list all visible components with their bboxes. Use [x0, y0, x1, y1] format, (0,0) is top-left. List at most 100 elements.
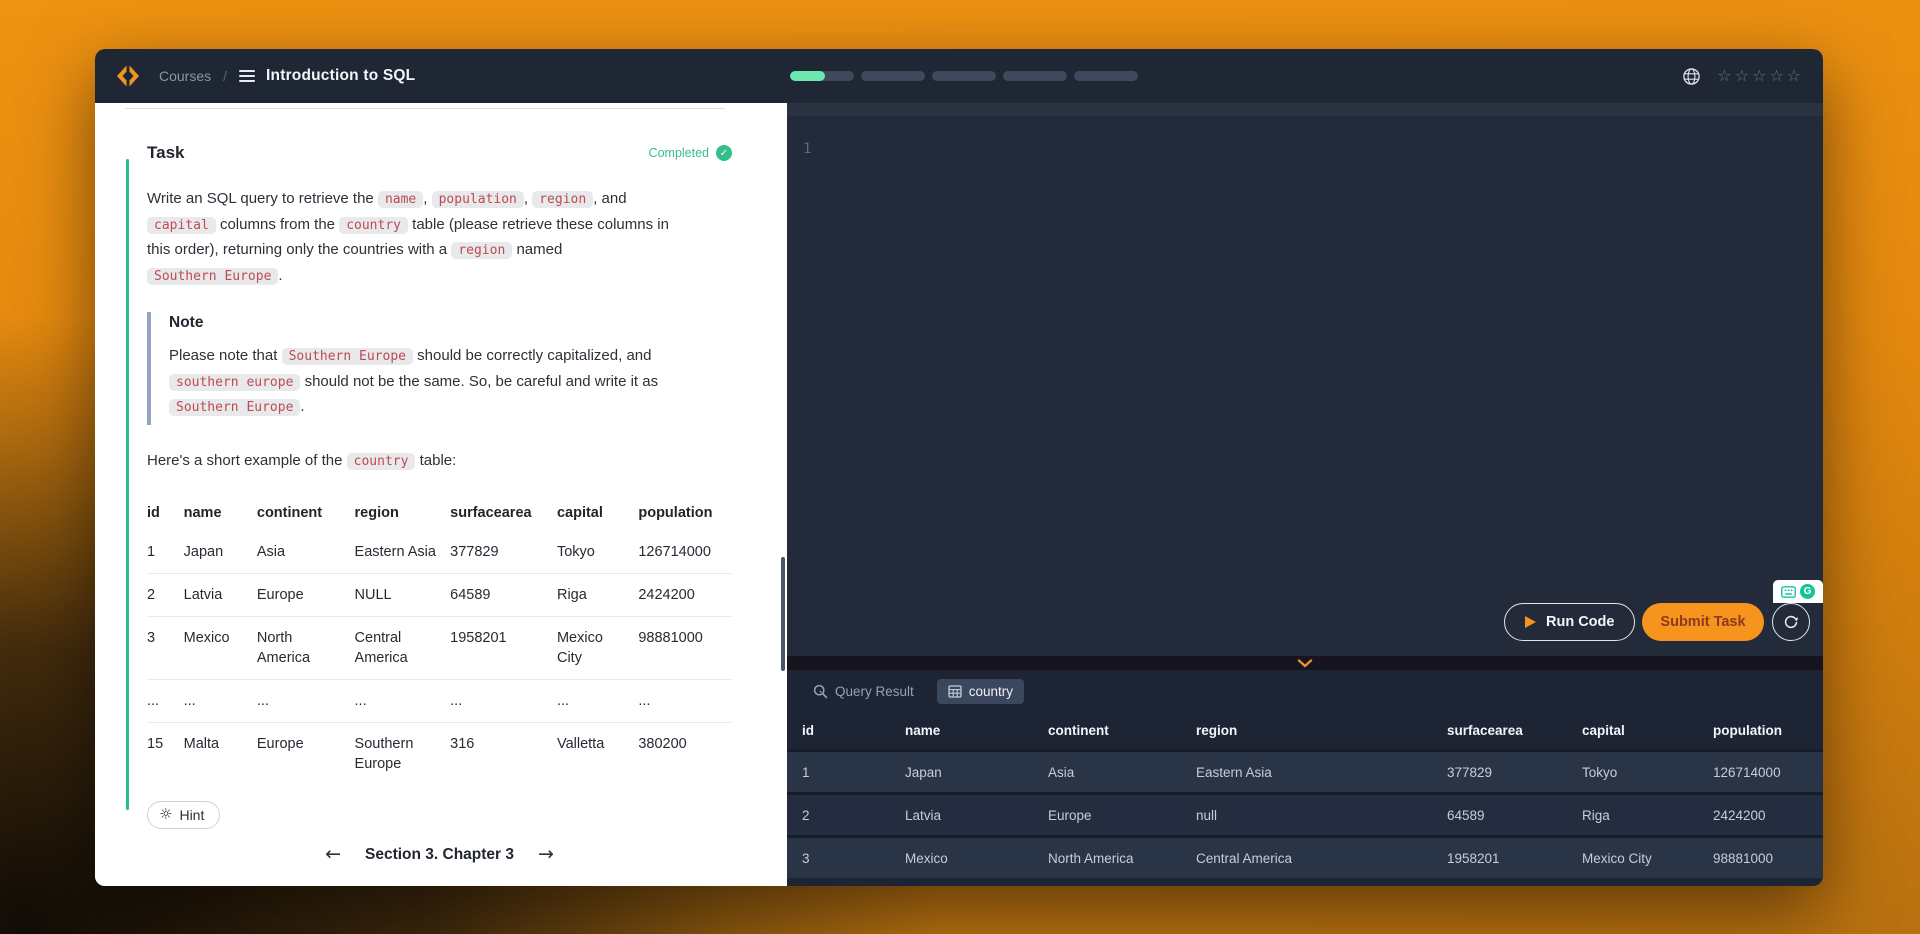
column-header: surfacearea	[450, 495, 557, 531]
inline-code: region	[532, 191, 593, 208]
table-header-row: idnamecontinentregionsurfaceareacapitalp…	[787, 712, 1823, 751]
cell: Asia	[257, 531, 355, 574]
progress-segment[interactable]	[790, 71, 854, 81]
cell: North America	[257, 616, 355, 679]
table-row: .....................	[147, 679, 732, 722]
run-code-button[interactable]: Run Code	[1504, 603, 1635, 641]
cell: 126714000	[1698, 751, 1823, 794]
column-header: continent	[1033, 712, 1181, 751]
cell: 15	[147, 722, 184, 785]
line-number: 1	[803, 141, 811, 157]
scrollbar-thumb[interactable]	[781, 557, 785, 671]
task-content: Task Completed ✓ Write an SQL query to r…	[147, 117, 732, 829]
progress-fill	[790, 71, 825, 81]
cell: Mexico	[890, 837, 1033, 879]
header-right: ☆☆☆☆☆	[1682, 49, 1801, 103]
main-area: Task Completed ✓ Write an SQL query to r…	[95, 103, 1823, 886]
progress-segment[interactable]	[932, 71, 996, 81]
logo-icon[interactable]	[115, 63, 141, 89]
cell: 377829	[1432, 751, 1567, 794]
results-tabbar: Query Result country	[787, 670, 1823, 712]
example-table: idnamecontinentregionsurfaceareacapitalp…	[147, 495, 732, 785]
star-icon[interactable]: ☆	[1752, 68, 1766, 84]
panel-collapse-divider[interactable]	[787, 656, 1823, 670]
cell: Eastern Asia	[355, 531, 451, 574]
next-chapter-arrow[interactable]: →	[538, 845, 554, 864]
column-header: capital	[557, 495, 638, 531]
tab-country[interactable]: country	[937, 679, 1024, 704]
column-header: name	[890, 712, 1033, 751]
cell: 126714000	[638, 531, 732, 574]
chevron-down-icon	[1297, 659, 1313, 668]
results-panel: Query Result country	[787, 670, 1823, 886]
grammarly-icon[interactable]: G	[1800, 584, 1815, 599]
submit-task-button[interactable]: Submit Task	[1642, 603, 1764, 641]
cell: ...	[257, 679, 355, 722]
progress-segment[interactable]	[1074, 71, 1138, 81]
cell: Tokyo	[557, 531, 638, 574]
cell: Mexico City	[1567, 837, 1698, 879]
column-header: capital	[1567, 712, 1698, 751]
column-header: id	[147, 495, 184, 531]
code-editor[interactable]: 1 G Run Code Submit Task	[787, 103, 1823, 656]
prev-chapter-arrow[interactable]: ←	[325, 845, 341, 864]
table-row: 1JapanAsiaEastern Asia377829Tokyo1267140…	[787, 751, 1823, 794]
task-description: Write an SQL query to retrieve the name,…	[147, 187, 680, 289]
cell: 1958201	[450, 616, 557, 679]
cell: ...	[557, 679, 638, 722]
tab-query-result[interactable]: Query Result	[802, 679, 925, 704]
keyboard-icon[interactable]	[1781, 586, 1796, 598]
course-title: Introduction to SQL	[266, 67, 415, 85]
hint-label: Hint	[179, 807, 204, 823]
cell: 1958201	[1432, 837, 1567, 879]
tab-label: country	[969, 684, 1013, 699]
table-row: 3MexicoNorth AmericaCentral America19582…	[147, 616, 732, 679]
column-header: population	[1698, 712, 1823, 751]
task-heading: Task	[147, 143, 185, 163]
inline-code: capital	[147, 217, 216, 234]
column-header: region	[355, 495, 451, 531]
table-row: 15MaltaEuropeSouthern Europe316Valletta3…	[147, 722, 732, 785]
inline-code: country	[347, 453, 416, 470]
table-row: 3MexicoNorth AmericaCentral America19582…	[787, 837, 1823, 879]
star-icon[interactable]: ☆	[1717, 68, 1731, 84]
progress-segment[interactable]	[861, 71, 925, 81]
cell: ...	[147, 679, 184, 722]
extension-badge: G	[1773, 580, 1823, 603]
menu-icon[interactable]	[239, 70, 255, 82]
table-row: 1JapanAsiaEastern Asia377829Tokyo1267140…	[147, 531, 732, 574]
magnifier-icon	[813, 684, 828, 699]
cell: Central America	[355, 616, 451, 679]
star-icon[interactable]: ☆	[1735, 68, 1749, 84]
inline-code: name	[378, 191, 423, 208]
breadcrumb-separator: /	[223, 68, 227, 84]
globe-icon[interactable]	[1682, 67, 1701, 86]
cell: Riga	[1567, 794, 1698, 837]
example-intro: Here's a short example of the country ta…	[147, 449, 732, 474]
table-row: 2LatviaEuropeNULL64589Riga2424200	[147, 573, 732, 616]
cell: Riga	[557, 573, 638, 616]
cell: 380200	[638, 722, 732, 785]
cell: 3	[787, 837, 890, 879]
chapter-nav-label: Section 3. Chapter 3	[365, 846, 514, 864]
play-icon	[1525, 616, 1536, 628]
task-panel: Task Completed ✓ Write an SQL query to r…	[95, 103, 787, 886]
column-header: surfacearea	[1432, 712, 1567, 751]
cell: Mexico City	[557, 616, 638, 679]
hint-button[interactable]: ☼ Hint	[147, 801, 220, 829]
cell: ...	[184, 679, 257, 722]
inline-code: Southern Europe	[282, 348, 413, 365]
cell: Valletta	[557, 722, 638, 785]
breadcrumb-courses[interactable]: Courses	[159, 68, 211, 84]
cell: 1	[787, 751, 890, 794]
refresh-button[interactable]	[1772, 603, 1810, 641]
progress-segment[interactable]	[1003, 71, 1067, 81]
star-icon[interactable]: ☆	[1769, 68, 1783, 84]
cell: North America	[1033, 837, 1181, 879]
cell: 64589	[450, 573, 557, 616]
hint-bulb-icon: ☼	[159, 807, 172, 822]
cell: 1	[147, 531, 184, 574]
star-icon[interactable]: ☆	[1787, 68, 1801, 84]
cell: null	[1181, 794, 1432, 837]
active-chapter-rail	[126, 159, 129, 810]
